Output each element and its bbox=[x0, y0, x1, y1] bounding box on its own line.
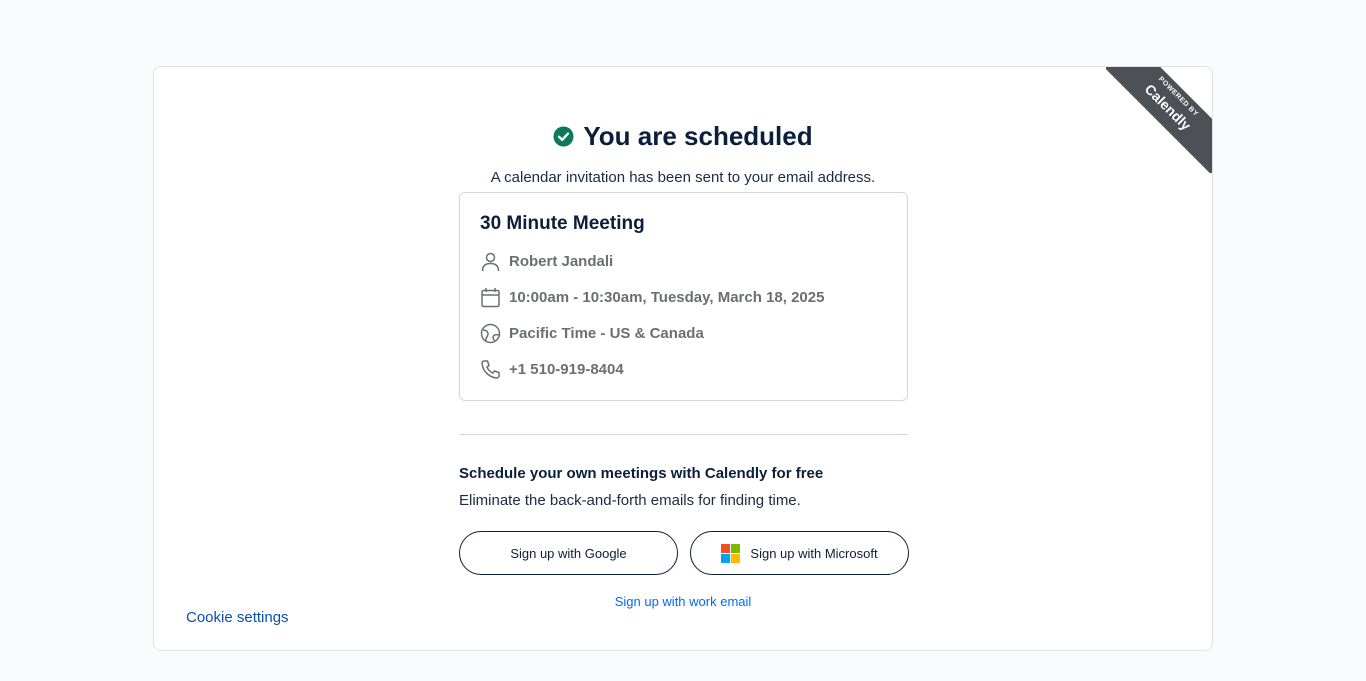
confirmation-card: POWERED BY Calendly You are scheduled A … bbox=[153, 66, 1213, 651]
sign-up-work-email-link[interactable]: Sign up with work email bbox=[154, 594, 1212, 609]
event-name: 30 Minute Meeting bbox=[480, 213, 645, 234]
page-title: You are scheduled bbox=[583, 121, 813, 151]
event-phone: +1 510-919-8404 bbox=[509, 360, 624, 378]
cookie-settings-link[interactable]: Cookie settings bbox=[186, 609, 289, 626]
promo-subtitle: Eliminate the back-and-forth emails for … bbox=[459, 492, 801, 509]
calendar-icon bbox=[480, 287, 501, 308]
phone-icon bbox=[480, 359, 501, 380]
event-host-row: Robert Jandali bbox=[480, 249, 887, 273]
event-timezone-row: Pacific Time - US & Canada bbox=[480, 321, 887, 345]
confirmation-subtitle: A calendar invitation has been sent to y… bbox=[490, 169, 876, 186]
event-host: Robert Jandali bbox=[509, 252, 614, 270]
event-datetime: 10:00am - 10:30am, Tuesday, March 18, 20… bbox=[509, 288, 825, 306]
powered-by-calendly-badge[interactable]: POWERED BY Calendly bbox=[1106, 67, 1212, 173]
ribbon: POWERED BY Calendly bbox=[1106, 67, 1212, 173]
sign-up-microsoft-button[interactable]: Sign up with Microsoft bbox=[690, 531, 909, 575]
event-details-box: 30 Minute Meeting Robert Jandali 10:00am bbox=[459, 192, 908, 401]
sign-up-google-label: Sign up with Google bbox=[510, 545, 627, 561]
sign-up-microsoft-label: Sign up with Microsoft bbox=[750, 545, 878, 561]
confirmation-header: You are scheduled bbox=[154, 121, 1212, 152]
microsoft-logo-icon bbox=[721, 543, 741, 563]
event-timezone: Pacific Time - US & Canada bbox=[509, 324, 704, 342]
event-phone-row: +1 510-919-8404 bbox=[480, 357, 887, 381]
person-icon bbox=[480, 251, 501, 272]
promo-title: Schedule your own meetings with Calendly… bbox=[459, 465, 824, 482]
section-divider bbox=[459, 434, 908, 435]
event-datetime-row: 10:00am - 10:30am, Tuesday, March 18, 20… bbox=[480, 285, 887, 309]
sign-up-google-button[interactable]: Sign up with Google bbox=[459, 531, 678, 575]
check-circle-icon bbox=[553, 126, 574, 147]
globe-icon bbox=[480, 323, 501, 344]
